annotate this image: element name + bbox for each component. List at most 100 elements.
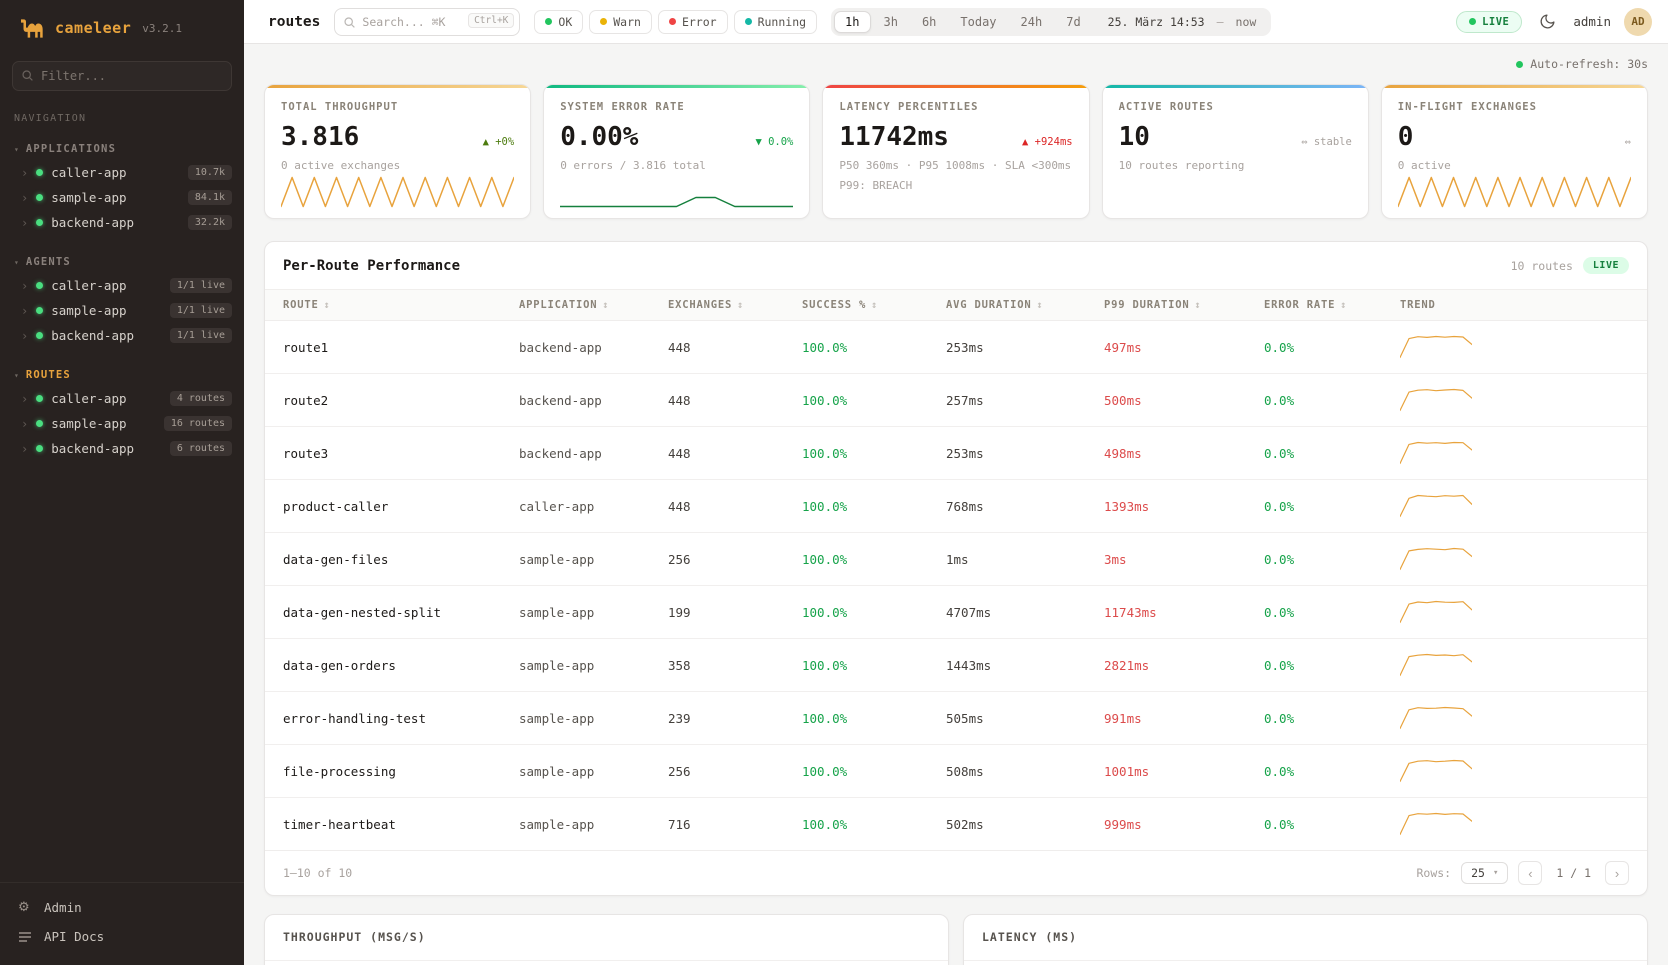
range-button-today[interactable]: Today [949,11,1007,33]
filter-chip-warn[interactable]: Warn [589,10,652,34]
filter-chip-ok[interactable]: OK [534,10,583,34]
kpi-value: 10 [1119,122,1150,152]
sidebar-item-backend-app-routes[interactable]: › backend-app 6 routes [0,436,244,461]
trend-sparkline [1400,812,1472,836]
column-header-trend: TREND [1388,290,1647,321]
filter-chip-error[interactable]: Error [658,10,728,34]
filter-chip-running[interactable]: Running [734,10,817,34]
rows-per-page-select[interactable]: 25 ▾ [1461,862,1508,884]
gear-icon: ⚙ [18,900,34,915]
sidebar-item-badge: 1/1 live [170,278,232,293]
kpi-system-error-rate: SYSTEM ERROR RATE 0.00% ▼ 0.0% 0 errors … [543,84,810,219]
table-live-badge: LIVE [1583,257,1629,274]
table-row[interactable]: file-processing sample-app 256 100.0% 50… [265,745,1647,798]
topbar: routes Ctrl+K OK Warn Error Running [244,0,1668,44]
status-dot [36,445,43,452]
kpi-delta: ▲ +924ms [1022,136,1073,148]
prev-page-button[interactable]: ‹ [1518,861,1542,885]
live-toggle[interactable]: LIVE [1456,11,1522,33]
range-button-24h[interactable]: 24h [1010,11,1054,33]
sidebar-item-api-docs[interactable]: API Docs [10,922,234,951]
app-name: cameleer [55,19,131,37]
sidebar-item-caller-app-agent[interactable]: › caller-app 1/1 live [0,273,244,298]
next-page-button[interactable]: › [1605,861,1629,885]
cell-p99-duration: 11743ms [1092,586,1252,639]
cell-route: route1 [265,321,507,374]
cell-application: sample-app [507,639,656,692]
live-label: LIVE [1482,16,1509,28]
sidebar-item-backend-app[interactable]: › backend-app 32.2k [0,210,244,235]
cell-p99-duration: 498ms [1092,427,1252,480]
sidebar-item-caller-app[interactable]: › caller-app 10.7k [0,160,244,185]
sort-icon: ↕ [1036,300,1043,311]
sidebar-item-sample-app[interactable]: › sample-app 84.1k [0,185,244,210]
sidebar-filter-input[interactable] [12,61,232,91]
kpi-latency-percentiles: LATENCY PERCENTILES 11742ms ▲ +924ms P50… [822,84,1089,219]
cell-avg-duration: 1443ms [934,639,1092,692]
range-button-3h[interactable]: 3h [873,11,909,33]
cell-avg-duration: 253ms [934,427,1092,480]
main-area: routes Ctrl+K OK Warn Error Running [244,0,1668,965]
column-header-success[interactable]: SUCCESS %↕ [790,290,934,321]
docs-icon [18,931,34,943]
column-header-exchanges[interactable]: EXCHANGES↕ [656,290,790,321]
range-start-label[interactable]: 25. März 14:53 [1094,15,1215,29]
cell-error-rate: 0.0% [1252,427,1388,480]
column-header-error-rate[interactable]: ERROR RATE↕ [1252,290,1388,321]
rows-per-page-label: Rows: [1416,866,1451,880]
range-button-7d[interactable]: 7d [1055,11,1091,33]
section-header-agents[interactable]: ▾ AGENTS [0,251,244,273]
sidebar-item-sample-app-agent[interactable]: › sample-app 1/1 live [0,298,244,323]
filter-chip-label: Warn [613,15,641,29]
sidebar-item-caller-app-routes[interactable]: › caller-app 4 routes [0,386,244,411]
range-button-1h[interactable]: 1h [834,11,870,33]
cell-p99-duration: 500ms [1092,374,1252,427]
column-header-application[interactable]: APPLICATION↕ [507,290,656,321]
cell-p99-duration: 1001ms [1092,745,1252,798]
range-end-label[interactable]: now [1226,15,1269,29]
table-row[interactable]: route2 backend-app 448 100.0% 257ms 500m… [265,374,1647,427]
table-row[interactable]: error-handling-test sample-app 239 100.0… [265,692,1647,745]
table-row[interactable]: data-gen-nested-split sample-app 199 100… [265,586,1647,639]
sidebar-item-label: caller-app [51,278,126,293]
avatar[interactable]: AD [1624,8,1652,36]
sidebar-item-backend-app-agent[interactable]: › backend-app 1/1 live [0,323,244,348]
range-button-6h[interactable]: 6h [911,11,947,33]
kpi-value: 0.00% [560,122,638,152]
sort-icon: ↕ [1340,300,1347,311]
sidebar-item-badge: 6 routes [170,441,232,456]
section-header-routes[interactable]: ▾ ROUTES [0,364,244,386]
kpi-value: 11742ms [839,122,949,152]
dark-mode-toggle[interactable] [1535,9,1560,34]
cell-exchanges: 448 [656,374,790,427]
cell-error-rate: 0.0% [1252,374,1388,427]
panel-title: Per-Route Performance [283,258,460,274]
column-header-avg-duration[interactable]: AVG DURATION↕ [934,290,1092,321]
app-logo[interactable]: cameleer v3.2.1 [0,0,244,53]
search-icon [21,69,34,82]
trend-sparkline [1400,494,1472,518]
column-header-p99-duration[interactable]: P99 DURATION↕ [1092,290,1252,321]
cell-success: 100.0% [790,321,934,374]
moon-icon [1539,13,1556,30]
table-row[interactable]: data-gen-files sample-app 256 100.0% 1ms… [265,533,1647,586]
sidebar-item-sample-app-routes[interactable]: › sample-app 16 routes [0,411,244,436]
column-header-route[interactable]: ROUTE↕ [265,290,507,321]
kpi-delta: ⇔ stable [1301,136,1352,148]
cell-success: 100.0% [790,745,934,798]
filter-chip-label: Error [682,15,717,29]
table-row[interactable]: route1 backend-app 448 100.0% 253ms 497m… [265,321,1647,374]
cell-success: 100.0% [790,692,934,745]
section-routes: ▾ ROUTES › caller-app 4 routes › sample-… [0,364,244,461]
table-row[interactable]: route3 backend-app 448 100.0% 253ms 498m… [265,427,1647,480]
table-row[interactable]: timer-heartbeat sample-app 716 100.0% 50… [265,798,1647,851]
table-row[interactable]: product-caller caller-app 448 100.0% 768… [265,480,1647,533]
table-row[interactable]: data-gen-orders sample-app 358 100.0% 14… [265,639,1647,692]
sidebar-item-admin[interactable]: ⚙ Admin [10,893,234,922]
cell-avg-duration: 257ms [934,374,1092,427]
section-header-applications[interactable]: ▾ APPLICATIONS [0,138,244,160]
status-dot [36,307,43,314]
autorefresh-dot [1516,61,1523,68]
section-label: ROUTES [26,369,71,381]
kpi-grid: TOTAL THROUGHPUT 3.816 ▲ +0% 0 active ex… [264,84,1648,219]
